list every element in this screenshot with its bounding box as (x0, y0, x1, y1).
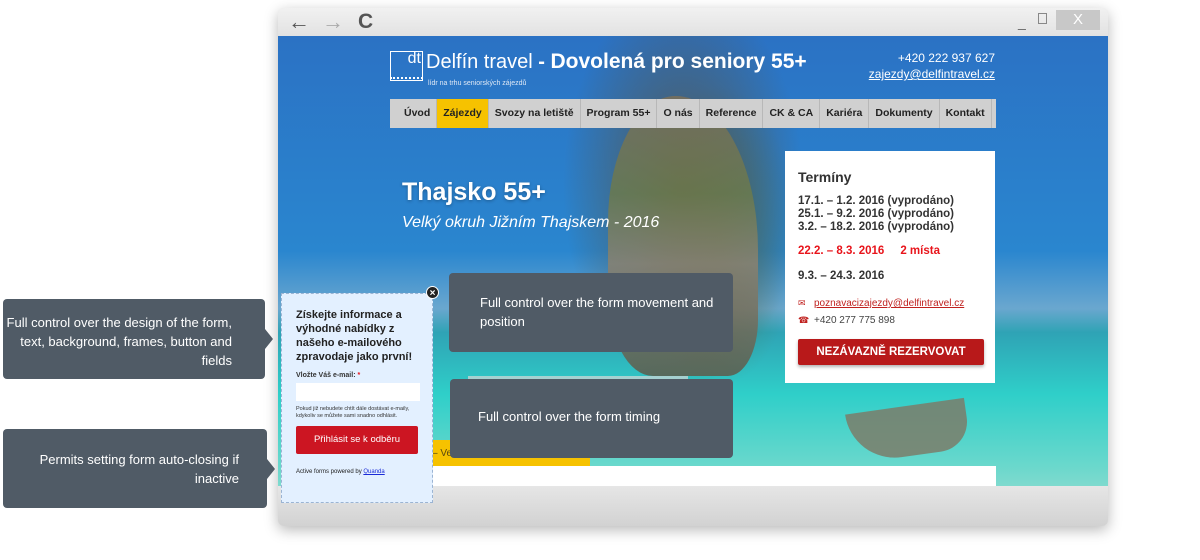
hero-boat-image (845, 397, 971, 465)
highlight-spots: 2 místa (900, 245, 940, 257)
callout-movement: Full control over the form movement and … (449, 273, 733, 352)
newsletter-form-popup: Získejte informace a výhodné nabídky z n… (281, 293, 433, 503)
quanda-link[interactable]: Quanda (363, 469, 384, 475)
subscribe-button[interactable]: Přihlásit se k odběru (296, 426, 418, 454)
date-item-highlight: 22.2. – 8.3. 2016 2 místa (798, 245, 982, 258)
card-email-row: ✉ poznavacizajezdy@delfintravel.cz (798, 298, 982, 309)
browser-toolbar: ← → C _ X (278, 8, 1108, 36)
logo-wave-icon (390, 77, 423, 81)
highlight-date: 22.2. – 8.3. 2016 (798, 245, 885, 257)
back-arrow-icon[interactable]: ← (288, 10, 310, 34)
minimize-icon[interactable]: _ (1018, 14, 1026, 30)
callout-timing: Full control over the form timing (450, 379, 733, 458)
brand-subtitle: lídr na trhu seniorských zájezdů (428, 80, 527, 87)
dates-title: Termíny (798, 169, 852, 185)
powered-by-text: Active forms powered by (296, 469, 364, 475)
email-label: Vložte Váš e-mail: * (296, 372, 432, 379)
reload-icon[interactable]: C (358, 10, 373, 34)
card-email-link[interactable]: poznavacizajezdy@delfintravel.cz (814, 298, 964, 309)
hero-subtitle: Velký okruh Jižním Thajskem - 2016 (402, 214, 660, 231)
unsubscribe-note: Pokud již nebudete chtít dále dostávat e… (296, 406, 410, 419)
brand-name[interactable]: Delfín travel (426, 51, 533, 73)
callout-design: Full control over the design of the form… (3, 299, 273, 379)
menu-item-program[interactable]: Program 55+ (581, 99, 658, 128)
close-window-button[interactable]: X (1056, 10, 1100, 30)
form-title: Získejte informace a výhodné nabídky z n… (296, 309, 413, 363)
envelope-icon: ✉ (798, 298, 806, 308)
callout-autoclose: Permits setting form auto-closing if ina… (3, 429, 275, 508)
header-phone: +420 222 937 627 (897, 51, 995, 65)
hero-title: Thajsko 55+ (402, 178, 546, 206)
menu-item-kontakt[interactable]: Kontakt (940, 99, 992, 128)
brand-separator: - (532, 51, 551, 73)
maximize-icon[interactable] (1038, 13, 1047, 24)
menu-item-dokumenty[interactable]: Dokumenty (869, 99, 940, 128)
menu-item-ck-ca[interactable]: CK & CA (763, 99, 821, 128)
date-item: 9.3. – 24.3. 2016 (798, 270, 885, 282)
email-input[interactable] (296, 383, 420, 401)
forward-arrow-icon[interactable]: → (322, 10, 344, 34)
date-item: 25.1. – 9.2. 2016 (vyprodáno) (798, 208, 954, 220)
brand-tagline: Dovolená pro seniory 55+ (550, 50, 807, 73)
main-menu: Úvod Zájezdy Svozy na letiště Program 55… (390, 99, 996, 128)
dates-card: Termíny 17.1. – 1.2. 2016 (vyprodáno) 25… (785, 151, 995, 383)
powered-by: Active forms powered by Quanda (296, 469, 432, 475)
required-mark: * (357, 372, 361, 379)
menu-item-reference[interactable]: Reference (700, 99, 764, 128)
reserve-button[interactable]: NEZÁVAZNĚ REZERVOVAT (798, 339, 984, 365)
card-phone: +420 277 775 898 (814, 315, 895, 326)
card-phone-row: ☎ +420 277 775 898 (798, 315, 982, 326)
menu-item-uvod[interactable]: Úvod (390, 99, 438, 128)
phone-icon: ☎ (798, 315, 810, 325)
header-email-link[interactable]: zajezdy@delfintravel.cz (869, 67, 995, 81)
close-form-icon[interactable]: × (426, 286, 439, 299)
menu-item-kariera[interactable]: Kariéra (820, 99, 870, 128)
date-item: 17.1. – 1.2. 2016 (vyprodáno) (798, 195, 954, 207)
email-label-text: Vložte Váš e-mail: (296, 372, 356, 379)
menu-item-o-nas[interactable]: O nás (657, 99, 700, 128)
date-item: 3.2. – 18.2. 2016 (vyprodáno) (798, 221, 954, 233)
menu-item-svozy[interactable]: Svozy na letiště (489, 99, 581, 128)
menu-item-zajezdy[interactable]: Zájezdy (437, 99, 489, 128)
site-brand: Delfín travel - Dovolená pro seniory 55+ (426, 50, 807, 74)
